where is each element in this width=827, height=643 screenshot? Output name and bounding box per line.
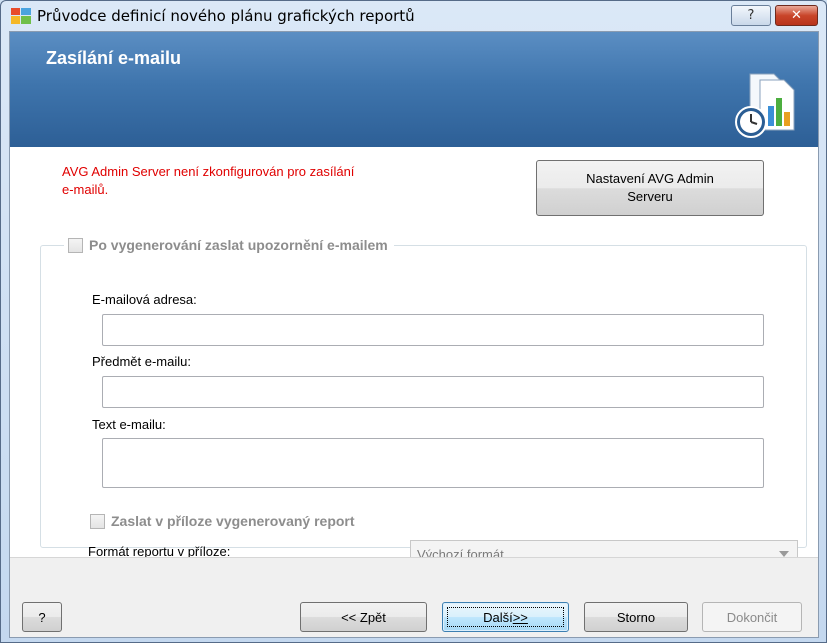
admin-server-settings-button[interactable]: Nastavení AVG Admin Serveru (536, 160, 764, 216)
attach-checkbox-row[interactable]: Zaslat v příloze vygenerovaný report (90, 513, 355, 529)
text-label: Text e-mailu: (92, 417, 166, 432)
report-clock-icon (730, 72, 800, 142)
notify-checkbox[interactable] (68, 237, 83, 253)
wizard-window: Průvodce definicí nového plánu grafickýc… (0, 0, 827, 643)
attach-checkbox[interactable] (90, 513, 105, 529)
email-text-area[interactable] (102, 438, 764, 488)
finish-button[interactable]: Dokončit (702, 602, 802, 632)
title-bar[interactable]: Průvodce definicí nového plánu grafickýc… (1, 1, 826, 31)
warning-line-1: AVG Admin Server není zkonfigurován pro … (62, 164, 355, 179)
button-bar: ? << Zpět Další >> Storno Dokončit (10, 557, 818, 637)
settings-button-line-2: Serveru (627, 189, 673, 204)
subject-label: Předmět e-mailu: (92, 354, 191, 369)
back-button[interactable]: << Zpět (300, 602, 427, 632)
settings-button-line-1: Nastavení AVG Admin (586, 171, 714, 186)
content-area: AVG Admin Server není zkonfigurován pro … (10, 147, 818, 568)
title-help-button[interactable]: ? (731, 5, 771, 26)
subject-field[interactable] (102, 376, 764, 408)
help-button[interactable]: ? (22, 602, 62, 632)
focus-rect (447, 607, 564, 627)
warning-line-2: e-mailů. (62, 182, 109, 197)
attach-checkbox-label: Zaslat v příloze vygenerovaný report (111, 513, 355, 529)
server-warning: AVG Admin Server není zkonfigurován pro … (62, 163, 482, 199)
avg-logo-icon (11, 8, 31, 24)
notify-checkbox-label: Po vygenerování zaslat upozornění e-mail… (89, 237, 388, 253)
email-label: E-mailová adresa: (92, 292, 197, 307)
wizard-client: Zasílání e-mailu AVG Admin Server není z… (9, 31, 819, 638)
email-field[interactable] (102, 314, 764, 346)
page-title: Zasílání e-mailu (46, 48, 182, 68)
close-button[interactable]: ✕ (775, 5, 818, 26)
next-button[interactable]: Další >> (442, 602, 569, 632)
notify-checkbox-row[interactable]: Po vygenerování zaslat upozornění e-mail… (64, 234, 394, 256)
header-banner: Zasílání e-mailu (10, 32, 818, 147)
window-title: Průvodce definicí nového plánu grafickýc… (37, 7, 415, 25)
cancel-button[interactable]: Storno (584, 602, 688, 632)
